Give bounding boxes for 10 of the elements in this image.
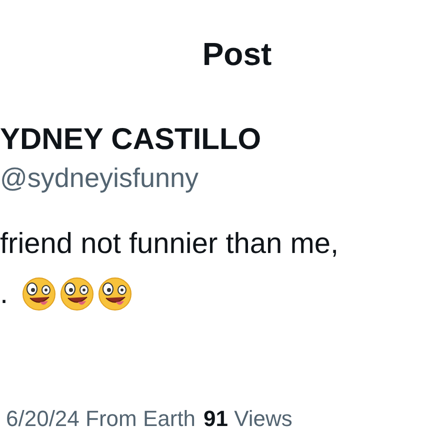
post-date: 6/20/24 From Earth bbox=[6, 408, 196, 430]
post-text: . bbox=[0, 280, 8, 308]
author-name: YDNEY CASTILLO bbox=[0, 125, 262, 155]
author-handle: @sydneyisfunny bbox=[0, 165, 199, 192]
page-title: Post bbox=[202, 38, 272, 70]
zany-face-icon bbox=[60, 277, 94, 311]
zany-face-icon bbox=[22, 277, 56, 311]
view-count: 91 Views bbox=[204, 408, 292, 430]
post-text: friend not funnier than me, bbox=[0, 230, 339, 259]
zany-face-icon bbox=[98, 277, 132, 311]
